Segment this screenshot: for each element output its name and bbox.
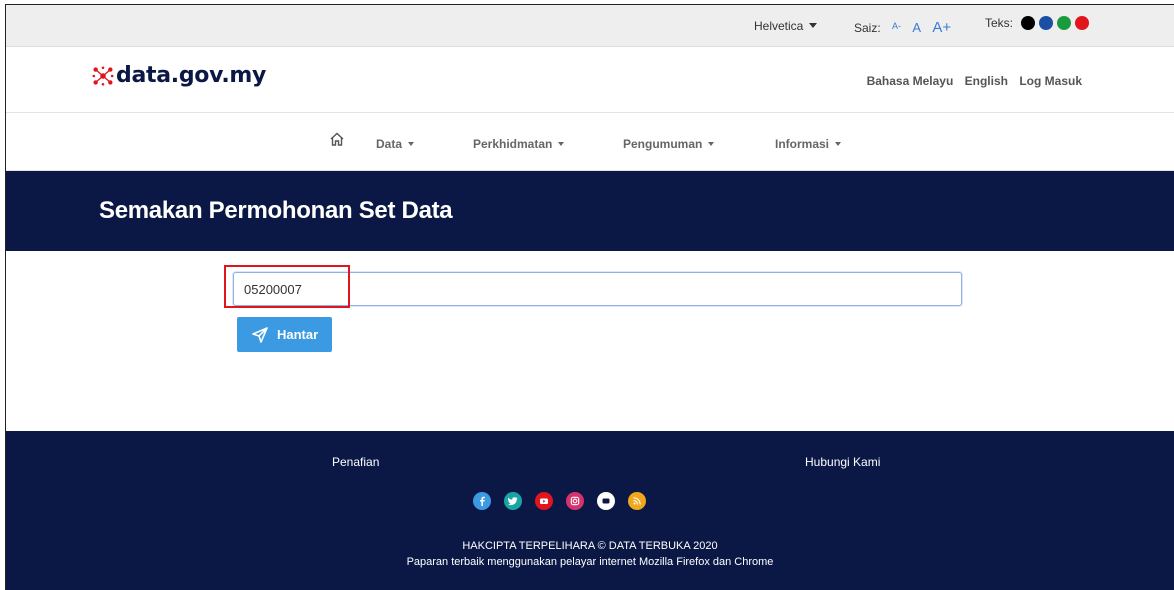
text-color-controls: Teks: xyxy=(985,16,1090,30)
site-header: data.gov.my Bahasa Melayu English Log Ma… xyxy=(6,47,1174,113)
copyright-text: HAKCIPTA TERPELIHARA © DATA TERBUKA 2020 xyxy=(462,540,718,552)
flickr-icon[interactable] xyxy=(597,492,615,510)
text-color-black-button[interactable] xyxy=(1021,16,1036,30)
home-icon[interactable] xyxy=(329,131,345,147)
size-normal-button[interactable]: A xyxy=(912,20,921,35)
font-select-value: Helvetica xyxy=(754,19,804,33)
logo-text: data.gov.my xyxy=(116,63,267,88)
login-link[interactable]: Log Masuk xyxy=(1019,74,1082,88)
chevron-down-icon xyxy=(408,142,415,146)
size-label: Saiz: xyxy=(854,21,881,35)
site-footer: Penafian Hubungi Kami HAKCIPTA TERPELIHA… xyxy=(6,431,1174,590)
text-color-label: Teks: xyxy=(985,16,1014,30)
submit-button[interactable]: Hantar xyxy=(237,317,332,352)
nav-item-pengumuman[interactable]: Pengumuman xyxy=(623,137,715,151)
text-color-green-button[interactable] xyxy=(1057,16,1072,30)
lang-english-link[interactable]: English xyxy=(965,74,1008,88)
rss-icon[interactable] xyxy=(628,492,646,510)
language-links: Bahasa Melayu English Log Masuk xyxy=(859,74,1082,88)
send-icon xyxy=(252,326,268,343)
nav-item-label: Data xyxy=(376,137,403,151)
nav-item-label: Informasi xyxy=(775,137,830,151)
text-color-red-button[interactable] xyxy=(1075,16,1090,30)
accessibility-bar: Helvetica Saiz: A- A A+ Teks: xyxy=(6,5,1174,47)
logo-icon xyxy=(92,65,114,86)
site-logo[interactable]: data.gov.my xyxy=(92,63,266,88)
chevron-down-icon xyxy=(558,142,565,146)
nav-item-data[interactable]: Data xyxy=(376,137,415,151)
youtube-icon[interactable] xyxy=(535,492,553,510)
submit-label: Hantar xyxy=(277,327,319,342)
facebook-icon[interactable] xyxy=(473,492,491,510)
social-links xyxy=(473,492,659,510)
nav-item-label: Perkhidmatan xyxy=(473,137,553,151)
application-number-input[interactable] xyxy=(233,272,962,306)
text-color-blue-button[interactable] xyxy=(1039,16,1054,30)
chevron-down-icon xyxy=(708,142,715,146)
chevron-down-icon xyxy=(809,23,818,28)
lang-malay-link[interactable]: Bahasa Melayu xyxy=(867,74,954,88)
check-form: Hantar xyxy=(6,251,1174,431)
nav-item-label: Pengumuman xyxy=(623,137,703,151)
size-small-button[interactable]: A- xyxy=(892,21,901,31)
size-large-button[interactable]: A+ xyxy=(932,19,951,36)
twitter-icon[interactable] xyxy=(504,492,522,510)
font-size-controls: Saiz: A- A A+ xyxy=(854,19,951,36)
browser-viewport: Helvetica Saiz: A- A A+ Teks: data.gov.m… xyxy=(5,4,1174,590)
contact-link[interactable]: Hubungi Kami xyxy=(805,455,880,469)
font-select[interactable]: Helvetica xyxy=(754,19,818,33)
best-view-text: Paparan terbaik menggunakan pelayar inte… xyxy=(406,556,774,568)
main-nav: Data Perkhidmatan Pengumuman Informasi xyxy=(6,113,1174,171)
nav-item-perkhidmatan[interactable]: Perkhidmatan xyxy=(473,137,565,151)
page-title-band: Semakan Permohonan Set Data xyxy=(6,171,1174,251)
instagram-icon[interactable] xyxy=(566,492,584,510)
chevron-down-icon xyxy=(835,142,842,146)
page-title: Semakan Permohonan Set Data xyxy=(99,197,453,224)
disclaimer-link[interactable]: Penafian xyxy=(332,455,379,469)
nav-item-informasi[interactable]: Informasi xyxy=(775,137,842,151)
